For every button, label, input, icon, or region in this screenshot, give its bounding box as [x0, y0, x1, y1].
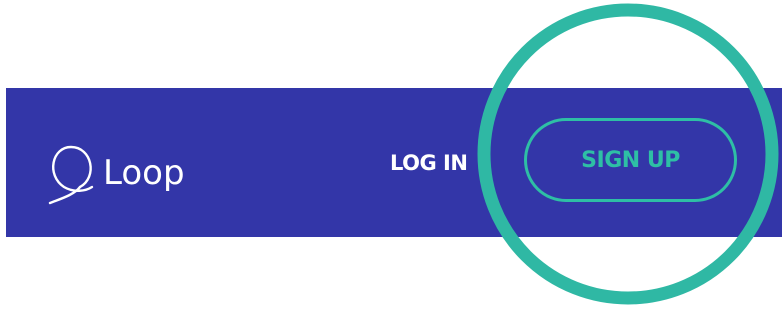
page: Loop LOG IN SIGN UP [0, 0, 782, 314]
logo-text: Loop [103, 153, 185, 193]
loop-knot-icon [44, 137, 100, 207]
login-link[interactable]: LOG IN [390, 147, 485, 179]
loop-logo[interactable]: Loop [44, 137, 185, 207]
signup-button[interactable]: SIGN UP [524, 118, 737, 202]
